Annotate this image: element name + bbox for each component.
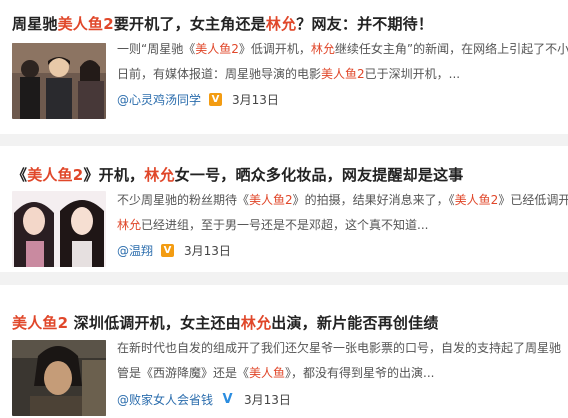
summary-line: 不少周星驰的粉丝期待《美人鱼2》的拍摄，结果好消息来了，《美人鱼2》已经低调开: [117, 188, 568, 213]
article-meta: @败家女人会省钱 V 3月13日: [117, 391, 291, 408]
summary-line: 日前，有媒体报道：周星驰导演的电影美人鱼2已于深圳开机，...: [117, 62, 568, 87]
article-meta: @心灵鸡汤同学 V 3月13日: [117, 91, 279, 108]
text-segment: 一则“周星驰《: [117, 42, 196, 56]
text-segment: 》，都没有得到星爷的出演...: [285, 366, 435, 380]
highlighted-keyword: 美人鱼2: [321, 67, 365, 81]
summary-line: 管是《西游降魔》还是《美人鱼》，都没有得到星爷的出演...: [117, 361, 568, 386]
thumbnail-image-actress-photo: [12, 191, 106, 267]
news-feed: 周星驰美人鱼2要开机了，女主角还是林允？网友：并不期待！ 一则“周星驰《美人鱼2…: [0, 0, 568, 418]
author-link[interactable]: @心灵鸡汤同学: [117, 91, 201, 108]
text-segment: 在新时代也自发的组成开了我们还欠星爷一张电影票的口号，自发的支持起了周星驰: [117, 341, 562, 355]
article-meta: @温翔 V 3月13日: [117, 242, 231, 259]
article-title[interactable]: 周星驰美人鱼2要开机了，女主角还是林允？网友：并不期待！: [12, 13, 433, 34]
text-segment: 出演，新片能否再创佳绩: [271, 314, 439, 332]
highlighted-keyword: 美人鱼2: [195, 42, 239, 56]
text-segment: 要开机了，女主角还是: [113, 15, 266, 33]
highlighted-keyword: 美人鱼2: [249, 193, 293, 207]
verified-v-icon: V: [209, 93, 223, 106]
text-segment: 已经进组，至于男一号还是不是邓超，这个真不知道...: [141, 218, 429, 232]
highlighted-keyword: 林允: [265, 15, 297, 33]
article-summary: 一则“周星驰《美人鱼2》低调开机，林允继续任女主角”的新闻，在网络上引起了不小的…: [117, 37, 568, 87]
highlighted-keyword: 美人鱼2: [12, 314, 69, 332]
article-thumbnail[interactable]: [12, 43, 106, 119]
text-segment: 《: [12, 166, 28, 184]
verified-v-icon: V: [161, 244, 175, 257]
text-segment: 周星驰: [12, 15, 58, 33]
highlighted-keyword: 美人鱼2: [454, 193, 499, 207]
text-segment: 继续任女主角”的新闻，在网络上引起了不小的: [334, 42, 568, 56]
thumbnail-image-cast-photo: [12, 43, 106, 119]
text-segment: 深圳低调开机，女主还由: [68, 314, 241, 332]
text-segment: 》低调开机，: [238, 42, 311, 56]
text-segment: 不少周星驰的粉丝期待《: [117, 193, 250, 207]
article-title[interactable]: 《美人鱼2》开机，林允女一号，晒众多化妆品，网友提醒却是这事: [12, 164, 463, 185]
article-thumbnail[interactable]: [12, 191, 106, 267]
text-segment: ？网友：并不期待！: [296, 15, 434, 33]
text-segment: 》开机，: [83, 166, 145, 184]
highlighted-keyword: 林允: [240, 314, 272, 332]
news-card[interactable]: 美人鱼2 深圳低调开机，女主还由林允出演，新片能否再创佳绩 在新时代也自发的组成…: [0, 285, 568, 418]
publish-date: 3月13日: [232, 93, 279, 107]
text-segment: 管是《西游降魔》还是《: [117, 366, 250, 380]
highlighted-keyword: 林允: [310, 42, 335, 56]
summary-line: 一则“周星驰《美人鱼2》低调开机，林允继续任女主角”的新闻，在网络上引起了不小的: [117, 37, 568, 62]
summary-line: 林允已经进组，至于男一号还是不是邓超，这个真不知道...: [117, 213, 568, 238]
article-summary: 在新时代也自发的组成开了我们还欠星爷一张电影票的口号，自发的支持起了周星驰 管是《…: [117, 336, 568, 386]
text-segment: 已于深圳开机，...: [364, 67, 461, 81]
text-segment: 》的拍摄，结果好消息来了，《: [292, 193, 455, 207]
highlighted-keyword: 美人鱼2: [27, 166, 84, 184]
publish-date: 3月13日: [184, 244, 231, 258]
author-link[interactable]: @败家女人会省钱: [117, 391, 213, 408]
thumbnail-image-movie-still: [12, 340, 106, 416]
news-card[interactable]: 周星驰美人鱼2要开机了，女主角还是林允？网友：并不期待！ 一则“周星驰《美人鱼2…: [0, 0, 568, 134]
news-card[interactable]: 《美人鱼2》开机，林允女一号，晒众多化妆品，网友提醒却是这事 不少周星驰的粉丝期…: [0, 146, 568, 272]
highlighted-keyword: 美人鱼2: [57, 15, 114, 33]
summary-line: 在新时代也自发的组成开了我们还欠星爷一张电影票的口号，自发的支持起了周星驰: [117, 336, 568, 361]
article-summary: 不少周星驰的粉丝期待《美人鱼2》的拍摄，结果好消息来了，《美人鱼2》已经低调开林…: [117, 188, 568, 238]
publish-date: 3月13日: [244, 393, 291, 407]
text-segment: 》已经低调开: [498, 193, 568, 207]
highlighted-keyword: 林允: [117, 218, 142, 232]
article-thumbnail[interactable]: [12, 340, 106, 416]
highlighted-keyword: 美人鱼: [249, 366, 286, 380]
text-segment: 日前，有媒体报道：周星驰导演的电影: [117, 67, 322, 81]
verified-v-icon: V: [222, 392, 233, 407]
text-segment: 女一号，晒众多化妆品，网友提醒却是这事: [174, 166, 464, 184]
author-link[interactable]: @温翔: [117, 242, 153, 259]
article-title[interactable]: 美人鱼2 深圳低调开机，女主还由林允出演，新片能否再创佳绩: [12, 312, 438, 333]
highlighted-keyword: 林允: [144, 166, 175, 184]
